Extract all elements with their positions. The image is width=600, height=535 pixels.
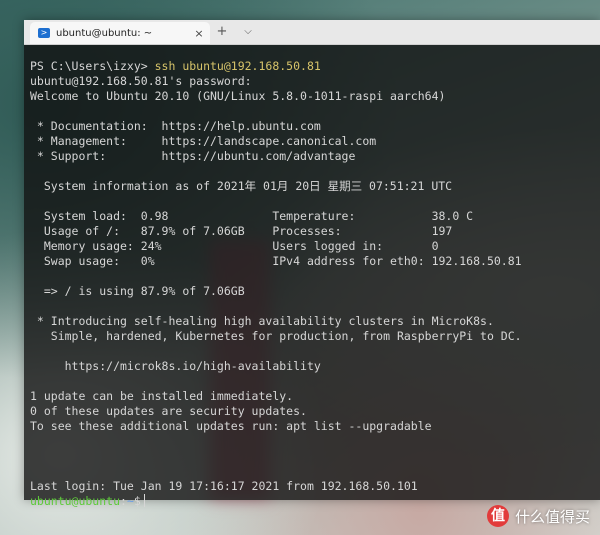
- terminal-line: * Introducing self-healing high availabi…: [30, 314, 494, 328]
- ssh-command: ssh ubuntu@192.168.50.81: [154, 59, 321, 73]
- prompt-path: ~: [126, 494, 134, 508]
- terminal-line: Last login: Tue Jan 19 17:16:17 2021 fro…: [30, 479, 418, 493]
- powershell-icon: >: [38, 28, 50, 38]
- terminal-output[interactable]: PS C:\Users\izxy> ssh ubuntu@192.168.50.…: [24, 45, 600, 508]
- terminal-line: PS C:\Users\izxy> ssh ubuntu@192.168.50.…: [30, 59, 600, 74]
- terminal-line: Memory usage: 24% Users logged in: 0: [30, 239, 439, 253]
- text-cursor: [143, 494, 145, 507]
- terminal-line: ubuntu@192.168.50.81's password:: [30, 74, 252, 88]
- new-tab-button[interactable]: +: [212, 23, 232, 41]
- watermark: 值 什么值得买: [486, 505, 590, 527]
- prompt-dollar: $: [133, 494, 141, 508]
- tab-title: ubuntu@ubuntu: ~: [56, 27, 153, 39]
- terminal-line: * Support: https://ubuntu.com/advantage: [30, 149, 356, 163]
- tab-dropdown-button[interactable]: ⌵: [238, 23, 258, 41]
- terminal-line: => / is using 87.9% of 7.06GB: [30, 284, 245, 298]
- terminal-line: https://microk8s.io/high-availability: [30, 359, 321, 373]
- terminal-window: > ubuntu@ubuntu: ~ × + ⌵ PS C:\Users\izx…: [24, 20, 600, 508]
- tab-ubuntu[interactable]: > ubuntu@ubuntu: ~ ×: [30, 22, 210, 44]
- terminal-line: System load: 0.98 Temperature: 38.0 C: [30, 209, 474, 223]
- watermark-text: 什么值得买: [514, 507, 590, 526]
- terminal-line: System information as of 2021年 01月 20日 星…: [30, 179, 453, 193]
- terminal-line: To see these additional updates run: apt…: [30, 419, 432, 433]
- prompt-user-host: ubuntu@ubuntu: [30, 494, 121, 508]
- terminal-line: 0 of these updates are security updates.: [30, 404, 307, 418]
- prompt-sep: :: [120, 494, 127, 508]
- terminal-line: Usage of /: 87.9% of 7.06GB Processes: 1…: [30, 224, 453, 238]
- close-tab-icon[interactable]: ×: [192, 27, 206, 40]
- title-bar: > ubuntu@ubuntu: ~ × + ⌵: [24, 20, 600, 45]
- smzdm-logo-icon: 值: [486, 505, 509, 527]
- ps-prompt: PS C:\Users\izxy>: [30, 59, 155, 73]
- terminal-line: 1 update can be installed immediately.: [30, 389, 294, 403]
- terminal-line: Welcome to Ubuntu 20.10 (GNU/Linux 5.8.0…: [30, 89, 446, 103]
- terminal-line: Swap usage: 0% IPv4 address for eth0: 19…: [30, 254, 522, 268]
- terminal-line: * Management: https://landscape.canonica…: [30, 134, 377, 148]
- terminal-line: * Documentation: https://help.ubuntu.com: [30, 119, 321, 133]
- terminal-line: Simple, hardened, Kubernetes for product…: [30, 329, 522, 343]
